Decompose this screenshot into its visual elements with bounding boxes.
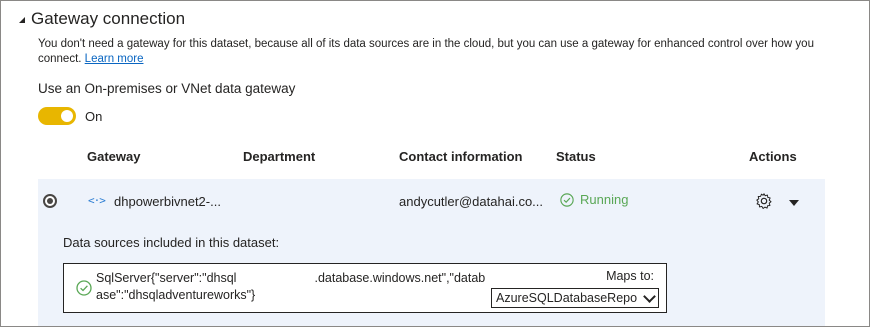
maps-to-select[interactable]: AzureSQLDatabaseRepo (491, 288, 659, 308)
check-circle-icon (76, 280, 92, 296)
description-text: You don't need a gateway for this datase… (38, 38, 814, 65)
chevron-down-icon (643, 290, 656, 303)
status-cell: Running (560, 192, 628, 207)
gateway-toggle-row: On (38, 107, 102, 125)
gateway-toggle[interactable] (38, 107, 76, 125)
gateway-icon: <·> (88, 194, 106, 207)
gateway-radio-button[interactable] (43, 194, 57, 208)
toggle-state-label: On (85, 108, 103, 124)
datasource-item: SqlServer{"server":"dhsql .database.windo… (63, 263, 667, 313)
learn-more-link[interactable]: Learn more (85, 53, 144, 65)
column-header-department: Department (243, 149, 316, 164)
status-value: Running (580, 192, 629, 207)
section-header[interactable]: Gateway connection (19, 9, 185, 29)
gateway-connection-panel: Gateway connection You don't need a gate… (0, 0, 870, 327)
gateway-toggle-label: Use an On-premises or VNet data gateway (38, 81, 296, 96)
datasources-panel: Data sources included in this dataset: S… (38, 225, 825, 326)
chevron-down-icon[interactable] (789, 200, 799, 206)
collapse-caret-icon[interactable] (19, 17, 25, 23)
datasources-title: Data sources included in this dataset: (63, 235, 280, 250)
contact-value: andycutler@datahai.co... (399, 194, 544, 209)
datasource-connection-string: SqlServer{"server":"dhsql .database.windo… (96, 270, 486, 304)
column-header-actions: Actions (749, 149, 797, 164)
gateway-description: You don't need a gateway for this datase… (38, 37, 828, 67)
column-header-contact: Contact information (399, 149, 523, 164)
gear-icon[interactable] (755, 192, 773, 210)
redaction (236, 272, 315, 285)
column-header-status: Status (556, 149, 596, 164)
table-row[interactable]: <·> dhpowerbivnet2-... andycutler@dataha… (38, 179, 825, 225)
check-circle-icon (560, 192, 574, 207)
maps-to-label: Maps to: (606, 269, 654, 283)
toggle-knob (61, 110, 73, 122)
section-title: Gateway connection (31, 9, 186, 28)
datasource-text-start: SqlServer{"server":"dhsql (96, 271, 237, 285)
gateway-name: dhpowerbivnet2-... (114, 194, 221, 209)
column-header-gateway: Gateway (87, 149, 141, 164)
maps-to-selected-value: AzureSQLDatabaseRepo (496, 291, 638, 305)
